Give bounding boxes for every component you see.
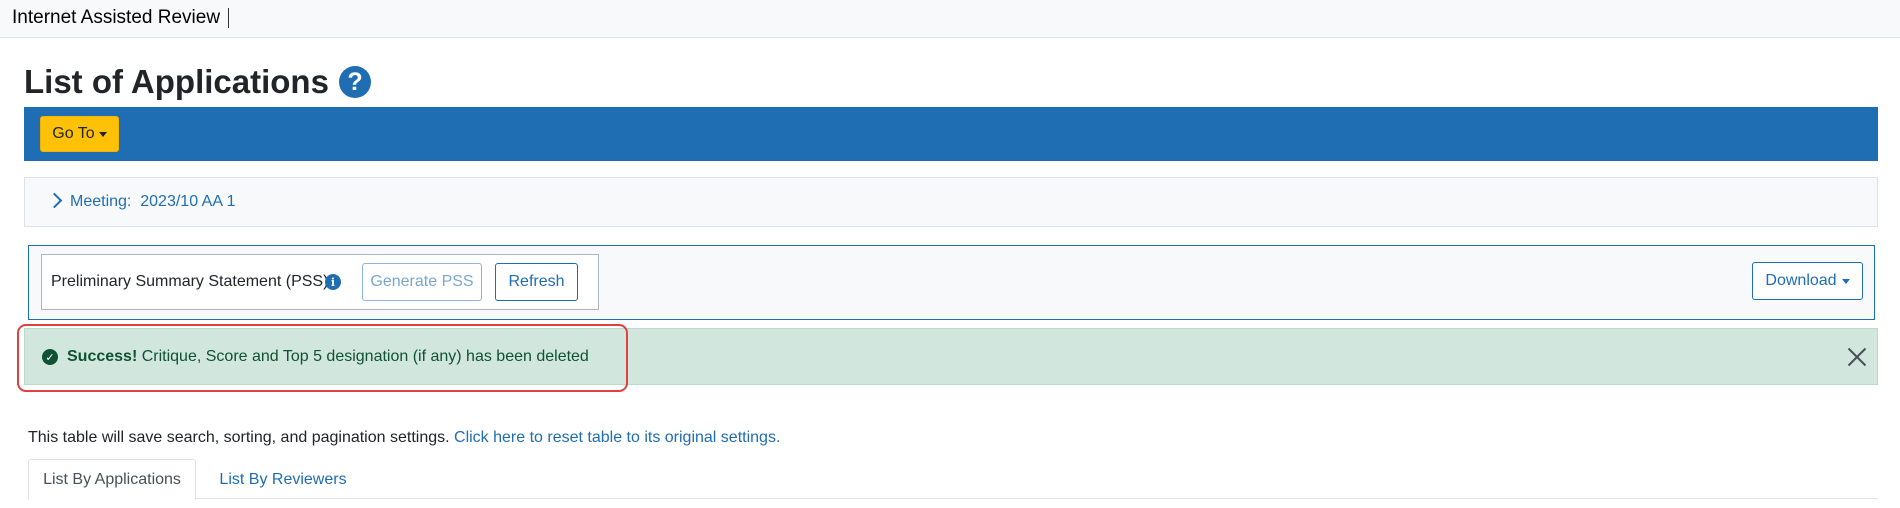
top-navbar: Internet Assisted Review bbox=[0, 0, 1900, 38]
alert-highlight-annotation bbox=[17, 324, 628, 392]
pss-label: Preliminary Summary Statement (PSS) bbox=[51, 273, 329, 290]
question-circle-icon[interactable]: ? bbox=[338, 66, 371, 98]
generate-pss-button[interactable]: Generate PSS bbox=[362, 263, 482, 301]
page-title: List of Applications bbox=[24, 63, 329, 100]
action-bar: Go To bbox=[24, 107, 1878, 161]
go-to-dropdown-button[interactable]: Go To bbox=[40, 116, 119, 152]
download-label: Download bbox=[1765, 272, 1837, 289]
go-to-label: Go To bbox=[52, 125, 95, 142]
meeting-accordion[interactable]: Meeting: 2023/10 AA 1 bbox=[24, 177, 1878, 227]
chevron-right-icon bbox=[46, 192, 63, 209]
view-tabs: List By Applications List By Reviewers bbox=[28, 459, 1878, 500]
page-header: List of Applications ? bbox=[24, 60, 371, 104]
reset-table-link[interactable]: Click here to reset table to its origina… bbox=[454, 429, 780, 446]
meeting-label[interactable]: Meeting: 2023/10 AA 1 bbox=[70, 193, 235, 211]
pss-toolbar: Preliminary Summary Statement (PSS) i Ge… bbox=[28, 245, 1875, 320]
caret-down-icon bbox=[1841, 278, 1850, 284]
table-note-text: This table will save search, sorting, an… bbox=[28, 429, 450, 446]
refresh-button[interactable]: Refresh bbox=[495, 263, 578, 301]
close-icon[interactable] bbox=[1845, 345, 1869, 369]
caret-down-icon bbox=[98, 131, 107, 137]
tab-list-by-reviewers[interactable]: List By Reviewers bbox=[208, 459, 358, 500]
tab-list-by-applications[interactable]: List By Applications bbox=[28, 459, 196, 500]
table-settings-note: This table will save search, sorting, an… bbox=[28, 429, 780, 447]
info-icon[interactable]: i bbox=[325, 274, 341, 290]
download-dropdown-button[interactable]: Download bbox=[1752, 262, 1863, 300]
app-title[interactable]: Internet Assisted Review bbox=[12, 8, 230, 28]
pss-group: Preliminary Summary Statement (PSS) i Ge… bbox=[41, 254, 599, 310]
